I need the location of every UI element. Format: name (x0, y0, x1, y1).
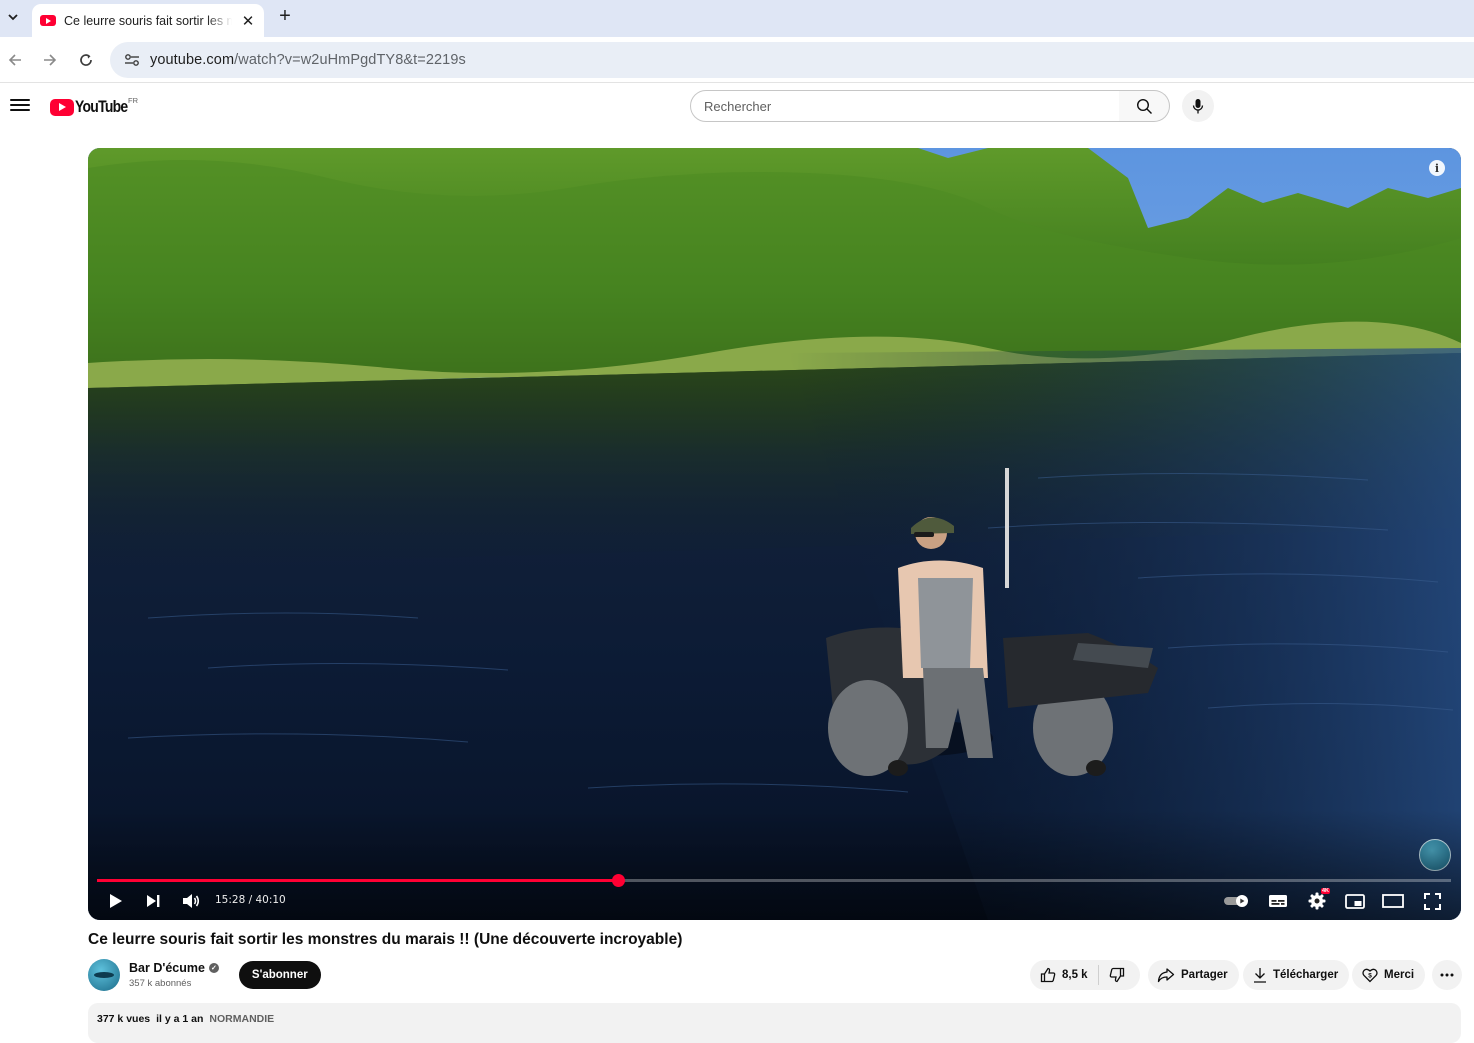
subtitles-button[interactable] (1267, 890, 1289, 912)
hashtag-link[interactable]: NORMANDIE (209, 1013, 274, 1033)
search-icon (1136, 98, 1152, 114)
voice-search-button[interactable] (1182, 90, 1214, 122)
back-button[interactable] (3, 48, 27, 72)
like-count: 8,5 k (1062, 969, 1088, 981)
tab-close-icon[interactable]: ✕ (240, 12, 256, 30)
download-label: Télécharger (1273, 969, 1339, 981)
forward-button[interactable] (38, 48, 62, 72)
more-horizontal-icon (1440, 973, 1454, 977)
youtube-logo-text: YouTube (75, 97, 128, 116)
autoplay-toggle[interactable] (1222, 890, 1252, 912)
video-player[interactable]: i 15:28 / 40:10 4K (88, 148, 1461, 920)
guide-menu-icon[interactable] (10, 96, 30, 114)
youtube-play-logo-icon (50, 98, 74, 116)
arrow-right-icon (44, 54, 57, 66)
country-code: FR (128, 96, 138, 105)
mute-button[interactable] (180, 890, 202, 912)
video-owner: Bar D'écume ✓ 357 k abonnés S'abonner (88, 958, 321, 992)
video-title: Ce leurre souris fait sortir les monstre… (88, 931, 683, 948)
thanks-label: Merci (1384, 969, 1415, 981)
miniplayer-button[interactable] (1344, 890, 1366, 912)
subscriber-count: 357 k abonnés (129, 978, 192, 989)
search-input[interactable] (704, 98, 1119, 114)
thumbs-down-icon (1109, 967, 1124, 983)
site-info-button[interactable] (114, 42, 150, 78)
theater-mode-icon (1382, 894, 1404, 908)
new-tab-button[interactable]: + (274, 6, 296, 28)
share-button[interactable]: Partager (1148, 960, 1239, 990)
fullscreen-icon (1423, 892, 1441, 910)
upload-date: il y a 1 an (156, 1013, 204, 1025)
youtube-favicon-icon (40, 15, 56, 26)
url-path: /watch?v=w2uHmPgdTY8&t=2219s (234, 52, 466, 68)
fullscreen-button[interactable] (1421, 890, 1443, 912)
share-label: Partager (1181, 969, 1228, 981)
browser-tab-active[interactable]: Ce leurre souris fait sortir les monstre… (32, 4, 264, 37)
play-button[interactable] (106, 890, 126, 912)
browser-tab-strip: Ce leurre souris fait sortir les monstre… (0, 0, 1474, 37)
youtube-masthead: YouTube FR (0, 84, 1474, 128)
youtube-logo[interactable]: YouTube (50, 97, 139, 117)
channel-avatar[interactable] (88, 959, 120, 991)
more-actions-button[interactable] (1432, 960, 1462, 990)
browser-toolbar: youtube.com/watch?v=w2uHmPgdTY8&t=2219s (0, 37, 1474, 83)
tab-title: Ce leurre souris fait sortir les monstre… (64, 13, 232, 28)
arrow-left-icon (8, 54, 21, 66)
reload-icon (80, 54, 92, 66)
search-button[interactable] (1119, 90, 1170, 122)
controls-gradient (88, 810, 1461, 920)
microphone-icon (1192, 98, 1204, 113)
search-box (690, 90, 1120, 122)
progress-played (97, 879, 619, 882)
download-button[interactable]: Télécharger (1243, 960, 1350, 990)
reload-button[interactable] (74, 48, 98, 72)
info-icon[interactable]: i (1429, 160, 1445, 176)
play-icon (110, 894, 122, 908)
verified-check-icon: ✓ (208, 963, 219, 973)
volume-icon (183, 894, 200, 908)
like-dislike-group: 8,5 k (1030, 960, 1140, 990)
description-box[interactable]: 377 k vues il y a 1 an NORMANDIE (88, 1003, 1461, 1043)
download-icon (1254, 968, 1266, 983)
video-frame (88, 148, 1461, 920)
progress-bar[interactable] (97, 874, 1451, 887)
share-icon (1157, 968, 1175, 983)
gear-icon (1308, 892, 1326, 910)
dislike-button[interactable] (1099, 960, 1140, 990)
svg-text:$: $ (1368, 973, 1372, 980)
time-display: 15:28 / 40:10 (215, 894, 286, 906)
chevron-down-icon (8, 13, 18, 20)
thanks-button[interactable]: $ Merci (1352, 960, 1426, 990)
channel-name[interactable]: Bar D'écume (129, 961, 205, 975)
subtitles-icon (1269, 895, 1287, 907)
channel-meta: Bar D'écume ✓ 357 k abonnés (129, 961, 219, 989)
view-count: 377 k vues (97, 1013, 151, 1025)
autoplay-toggle-icon (1224, 895, 1248, 907)
url-host: youtube.com (150, 52, 235, 68)
like-button[interactable]: 8,5 k (1030, 960, 1098, 990)
address-bar[interactable]: youtube.com/watch?v=w2uHmPgdTY8&t=2219s (110, 42, 1474, 78)
theater-mode-button[interactable] (1382, 890, 1404, 912)
subscribe-button[interactable]: S'abonner (238, 961, 321, 989)
skip-next-icon (147, 895, 160, 907)
channel-name-row[interactable]: Bar D'écume ✓ (129, 961, 219, 975)
url-text: youtube.com/watch?v=w2uHmPgdTY8&t=2219s (150, 52, 466, 68)
thumbs-up-icon (1040, 967, 1056, 983)
quality-badge: 4K (1321, 888, 1331, 894)
super-thanks-icon: $ (1362, 968, 1378, 983)
miniplayer-icon (1345, 893, 1365, 909)
tab-search-button[interactable] (2, 5, 24, 29)
next-button[interactable] (143, 890, 163, 912)
tune-icon (125, 54, 139, 66)
